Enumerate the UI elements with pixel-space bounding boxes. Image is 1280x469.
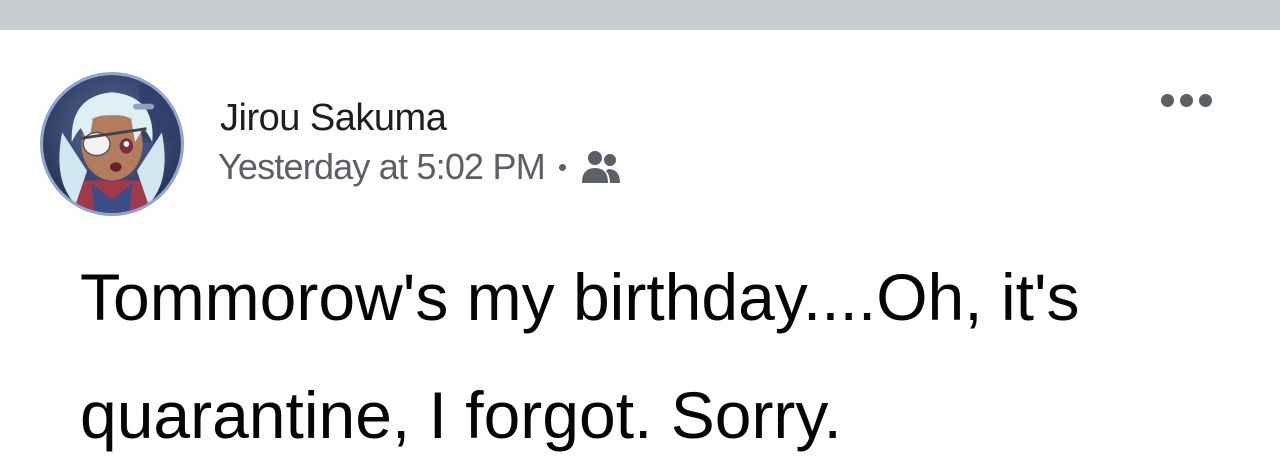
more-dot <box>1179 93 1193 107</box>
more-dot <box>1160 93 1174 107</box>
author-name[interactable]: Jirou Sakuma <box>220 97 447 140</box>
friends-icon[interactable] <box>580 149 622 185</box>
more-dot <box>1198 93 1212 107</box>
avatar-image <box>43 75 181 213</box>
meta-separator <box>558 163 566 171</box>
author-avatar[interactable] <box>40 72 184 216</box>
post-card: Jirou Sakuma Yesterday at 5:02 PM Tommor… <box>0 30 1280 469</box>
post-body-text: Tommorow's my birthday....Oh, it's quara… <box>80 260 1080 452</box>
post-timestamp[interactable]: Yesterday at 5:02 PM <box>218 146 546 188</box>
post-meta: Yesterday at 5:02 PM <box>218 145 622 189</box>
feed-divider <box>0 0 1280 30</box>
more-options-icon[interactable] <box>1150 80 1222 120</box>
